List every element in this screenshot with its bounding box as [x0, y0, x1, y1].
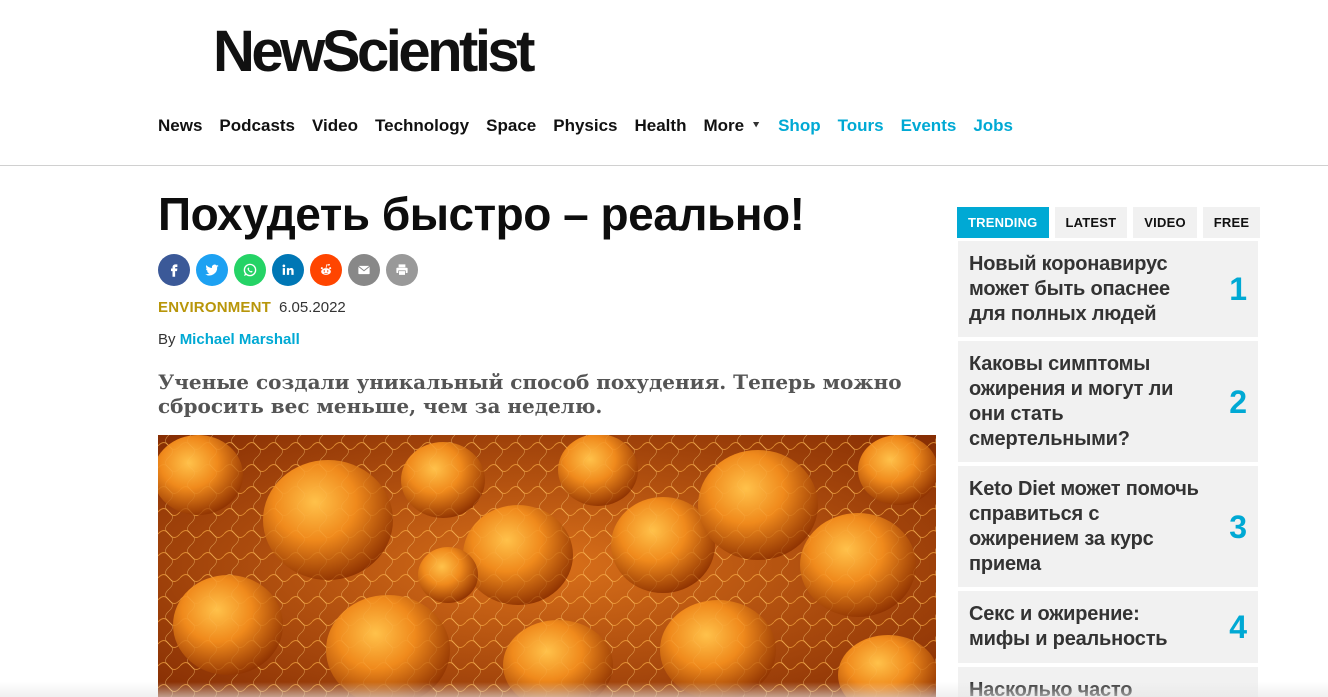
- email-icon[interactable]: [348, 254, 380, 286]
- nav-shop[interactable]: Shop: [778, 116, 821, 136]
- nav-space[interactable]: Space: [486, 116, 536, 136]
- trending-rank: 1: [1229, 271, 1247, 307]
- hero-image: [158, 435, 936, 697]
- nav-physics[interactable]: Physics: [553, 116, 617, 136]
- nav-podcasts[interactable]: Podcasts: [219, 116, 295, 136]
- header-divider: [0, 165, 1328, 166]
- byline-prefix: By: [158, 331, 176, 348]
- nav-more-button[interactable]: More ⯆: [703, 116, 760, 136]
- trending-item[interactable]: Каковы симптомы ожирения и могут ли они …: [958, 341, 1258, 462]
- tab-latest[interactable]: LATEST: [1054, 207, 1128, 238]
- byline: By Michael Marshall: [158, 331, 300, 348]
- sidebar-tabs: TRENDING LATEST VIDEO FREE: [957, 207, 1261, 238]
- trending-title: Keto Diet может помочь справиться с ожир…: [969, 478, 1199, 575]
- publish-date: 6.05.2022: [279, 299, 346, 316]
- category-link[interactable]: ENVIRONMENT: [158, 299, 271, 316]
- author-link[interactable]: Michael Marshall: [180, 331, 300, 348]
- newscientist-logo[interactable]: NewScientist: [213, 22, 536, 82]
- whatsapp-icon[interactable]: [234, 254, 266, 286]
- tab-trending[interactable]: TRENDING: [957, 207, 1049, 238]
- trending-rank: 4: [1229, 609, 1247, 645]
- trending-rank: 3: [1229, 509, 1247, 545]
- nav-tours[interactable]: Tours: [838, 116, 884, 136]
- trending-title: Каковы симптомы ожирения и могут ли они …: [969, 353, 1174, 450]
- article-standfirst: Ученые создали уникальный способ похуден…: [158, 370, 902, 418]
- print-icon[interactable]: [386, 254, 418, 286]
- facebook-icon[interactable]: [158, 254, 190, 286]
- share-bar: [158, 254, 418, 286]
- trending-item[interactable]: Новый коронавирус может быть опаснее для…: [958, 241, 1258, 337]
- tab-video[interactable]: VIDEO: [1133, 207, 1197, 238]
- nav-technology[interactable]: Technology: [375, 116, 469, 136]
- tab-free[interactable]: FREE: [1202, 207, 1261, 238]
- reddit-icon[interactable]: [310, 254, 342, 286]
- nav-more-label: More: [703, 116, 745, 135]
- trending-item[interactable]: Секс и ожирение: мифы и реальность 4: [958, 591, 1258, 663]
- linkedin-icon[interactable]: [272, 254, 304, 286]
- trending-title: Секс и ожирение: мифы и реальность: [969, 603, 1168, 650]
- main-nav: News Podcasts Video Technology Space Phy…: [158, 114, 1030, 138]
- trending-item[interactable]: Keto Diet может помочь справиться с ожир…: [958, 466, 1258, 587]
- chevron-down-icon: ⯆: [752, 119, 761, 131]
- twitter-icon[interactable]: [196, 254, 228, 286]
- article-meta: ENVIRONMENT 6.05.2022: [158, 299, 346, 316]
- nav-health[interactable]: Health: [635, 116, 687, 136]
- trending-rank: 2: [1229, 384, 1247, 420]
- trending-title: Новый коронавирус может быть опаснее для…: [969, 253, 1170, 325]
- nav-events[interactable]: Events: [901, 116, 957, 136]
- nav-jobs[interactable]: Jobs: [973, 116, 1013, 136]
- nav-video[interactable]: Video: [312, 116, 358, 136]
- nav-news[interactable]: News: [158, 116, 202, 136]
- scroll-fade: [0, 682, 1328, 697]
- article-title: Похудеть быстро – реально!: [158, 188, 805, 240]
